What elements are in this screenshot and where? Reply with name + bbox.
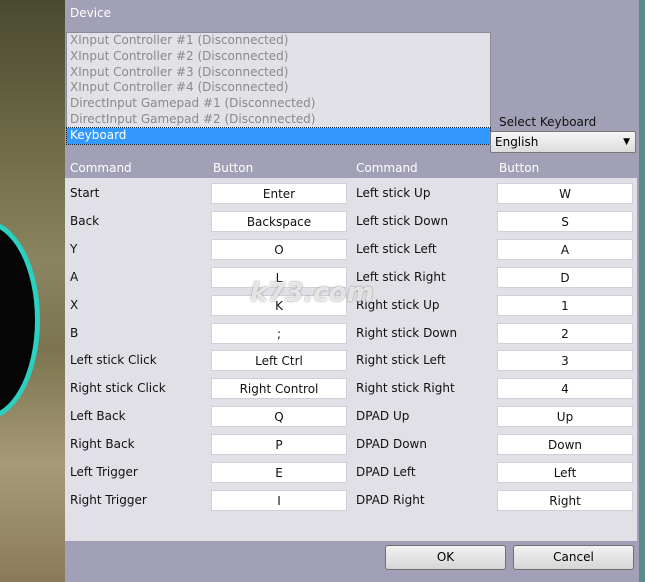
device-label: Device [70,6,112,20]
command-label: A [70,269,79,284]
command-label: Right Back [70,437,135,452]
device-list-item[interactable]: Keyboard [66,126,491,145]
table-row: Left stick Click Left Ctrl Right stick L… [65,346,637,374]
binding-field[interactable]: 1 [497,294,633,316]
command-label: Start [70,186,100,200]
device-list[interactable]: XInput Controller #1 (Disconnected) XInpu… [66,32,491,145]
command-label: Left stick Left [356,241,437,256]
keyboard-layout-value: English [495,135,539,149]
binding-field[interactable]: ; [211,322,347,344]
command-label: Right stick Down [356,325,458,340]
binding-field[interactable]: W [497,183,633,204]
binding-field[interactable]: S [497,210,633,232]
table-row: Right stick Click Right Control Right st… [65,374,637,402]
command-label: Y [70,241,78,256]
command-label: X [70,297,79,312]
command-label: Left stick Down [356,213,449,228]
binding-field[interactable]: Backspace [211,210,347,232]
command-label: Right stick Right [356,381,455,396]
command-label: DPAD Right [356,492,425,507]
binding-field[interactable]: O [211,238,347,260]
table-row: Left Back Q DPAD Up Up [65,402,637,430]
command-label: B [70,325,79,340]
table-row: Right Back P DPAD Down Down [65,430,637,458]
command-label: Left stick Click [70,353,157,368]
table-row: Right Trigger I DPAD Right Right [65,486,637,514]
binding-field[interactable]: Down [497,434,633,456]
binding-field[interactable]: Up [497,406,633,428]
device-list-item[interactable]: XInput Controller #4 (Disconnected) [67,80,490,96]
command-label: DPAD Left [356,465,416,479]
controller-settings-window: Device XInput Controller #1 (Disconnecte… [65,0,639,582]
window-edge [639,0,645,582]
binding-field[interactable]: Left [497,462,633,483]
binding-field[interactable]: Q [211,406,347,428]
binding-field[interactable]: Right [497,489,633,511]
command-label: Left Back [70,409,126,424]
dropdown-arrow-icon: ▼ [623,137,630,147]
header-button: Button [213,161,254,175]
table-row: Y O Left stick Left A [65,235,637,263]
command-label: Right stick Click [70,381,166,396]
background-art [0,0,66,582]
table-row: B ; Right stick Down 2 [65,319,637,347]
command-label: Back [70,213,100,228]
cancel-button[interactable]: Cancel [513,545,634,570]
binding-field[interactable]: Right Control [211,378,347,400]
button-bar: OK Cancel [65,541,637,582]
device-list-item[interactable]: XInput Controller #1 (Disconnected) [67,33,490,49]
command-label: DPAD Up [356,409,410,424]
header-command: Command [70,161,132,175]
table-header: Command Button Command Button [65,160,637,178]
binding-field[interactable]: 2 [497,322,633,344]
binding-field[interactable]: D [497,266,633,288]
command-label: Right stick Left [356,353,446,368]
binding-field[interactable]: E [211,462,347,483]
binding-field[interactable]: Enter [211,183,347,204]
watermark: k73.com [250,278,374,308]
ok-button[interactable]: OK [385,545,506,570]
binding-field[interactable]: I [211,489,347,511]
table-row: Start Enter Left stick Up W [65,179,637,207]
command-label: Left stick Up [356,186,431,200]
header-button: Button [499,161,540,175]
background-ring [0,220,40,420]
binding-field[interactable]: 4 [497,378,633,400]
table-row: Left Trigger E DPAD Left Left [65,458,637,486]
header-command: Command [356,161,418,175]
device-list-item[interactable]: XInput Controller #3 (Disconnected) [67,65,490,81]
command-label: DPAD Down [356,437,427,452]
device-list-item[interactable]: XInput Controller #2 (Disconnected) [67,49,490,65]
keyboard-layout-select[interactable]: English ▼ [490,131,636,153]
binding-field[interactable]: Left Ctrl [211,350,347,372]
binding-table: Start Enter Left stick Up W Back Backspac… [65,178,637,541]
device-list-item[interactable]: DirectInput Gamepad #2 (Disconnected) [67,112,490,128]
table-row: Back Backspace Left stick Down S [65,207,637,235]
binding-field[interactable]: P [211,434,347,456]
binding-field[interactable]: 3 [497,350,633,372]
command-label: Left Trigger [70,465,138,479]
binding-field[interactable]: A [497,238,633,260]
command-label: Right Trigger [70,492,147,507]
device-list-item[interactable]: DirectInput Gamepad #1 (Disconnected) [67,96,490,112]
